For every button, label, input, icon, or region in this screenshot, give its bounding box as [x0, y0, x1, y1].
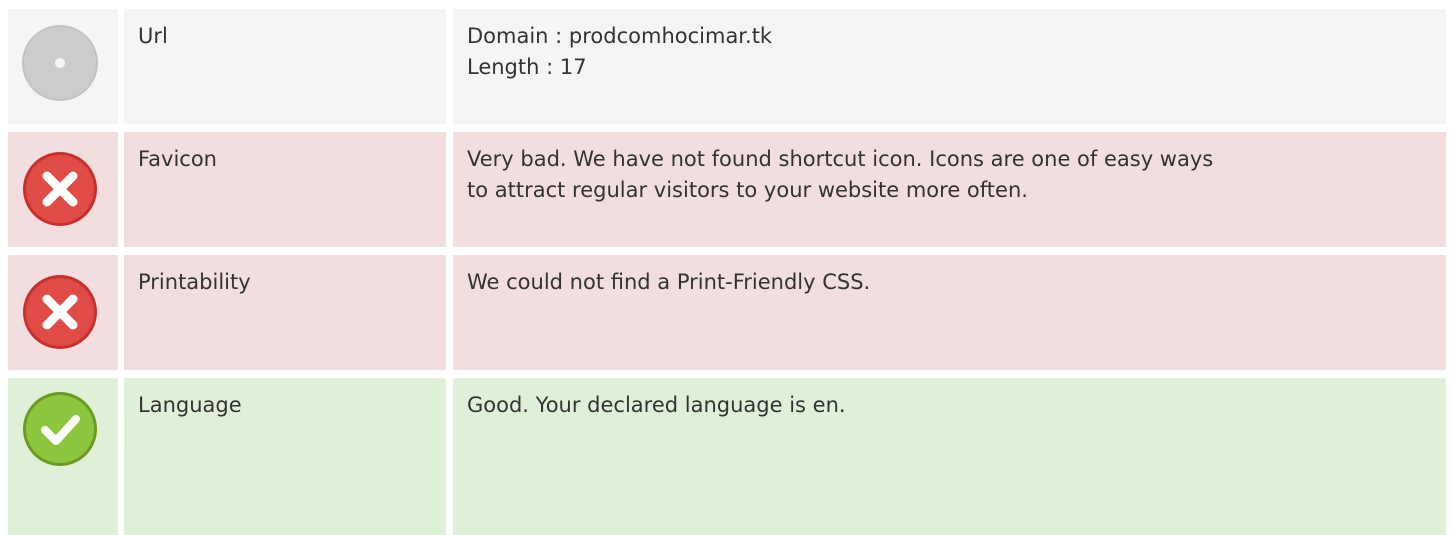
row-value: We could not find a Print-Friendly CSS. [467, 270, 871, 294]
success-check-icon [21, 390, 99, 468]
row-label-cell: Favicon [124, 132, 446, 247]
status-icon-cell [8, 378, 118, 535]
row-label-cell: Url [124, 9, 446, 124]
row-label: Favicon [138, 147, 217, 171]
row-value: Domain : prodcomhocimar.tk Length : 17 [467, 24, 773, 79]
report-row-language: Language Good. Your declared language is… [8, 378, 1446, 535]
row-label-cell: Language [124, 378, 446, 535]
error-cross-icon [21, 150, 99, 228]
row-value-cell: We could not find a Print-Friendly CSS. [453, 255, 1446, 370]
row-label: Url [138, 24, 168, 48]
row-value-cell: Good. Your declared language is en. [453, 378, 1446, 535]
report-row-url: Url Domain : prodcomhocimar.tk Length : … [8, 9, 1446, 124]
row-value-cell: Domain : prodcomhocimar.tk Length : 17 [453, 9, 1446, 124]
info-dot-icon [21, 24, 99, 102]
row-value: Good. Your declared language is en. [467, 393, 846, 417]
row-label-cell: Printability [124, 255, 446, 370]
row-value-cell: Very bad. We have not found shortcut ico… [453, 132, 1446, 247]
status-icon-cell [8, 255, 118, 370]
row-label: Language [138, 393, 242, 417]
status-icon-cell [8, 9, 118, 124]
seo-report-table: Url Domain : prodcomhocimar.tk Length : … [0, 0, 1453, 535]
row-value: Very bad. We have not found shortcut ico… [467, 147, 1214, 202]
status-icon-cell [8, 132, 118, 247]
report-row-favicon: Favicon Very bad. We have not found shor… [8, 132, 1446, 247]
row-label: Printability [138, 270, 251, 294]
report-row-printability: Printability We could not find a Print-F… [8, 255, 1446, 370]
error-cross-icon [21, 273, 99, 351]
